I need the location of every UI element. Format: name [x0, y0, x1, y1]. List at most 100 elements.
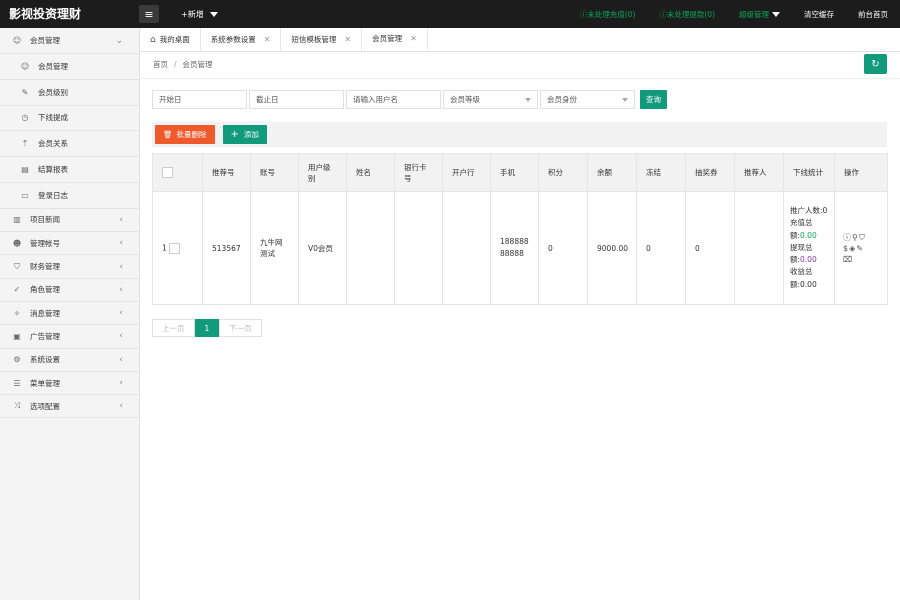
- tab-system-params[interactable]: 系统参数设置 ✕: [201, 28, 282, 51]
- row-checkbox[interactable]: [169, 242, 181, 254]
- col-balance: 余额: [587, 153, 637, 192]
- caret-down-icon: [772, 11, 780, 17]
- dollar-icon[interactable]: $: [843, 243, 848, 254]
- plus-icon: +: [230, 129, 239, 140]
- col-level: 用户级别: [298, 153, 347, 192]
- top-right-links: ⓘ未处理充值(0) ⓘ未处理提款(0) 超级管理 清空缓存 前台首页: [568, 0, 900, 28]
- cell-referrer: [734, 191, 784, 305]
- info-icon[interactable]: ⓘ: [843, 232, 851, 243]
- sidebar-subitem-member-relation[interactable]: ⇡ 会员关系: [0, 131, 139, 158]
- cell-account: 九牛网测试: [250, 191, 299, 305]
- edit-icon[interactable]: ✎: [856, 243, 863, 254]
- add-button[interactable]: + 添加: [222, 125, 267, 144]
- sidebar-item-news[interactable]: ▥ 项目新闻 ‹: [0, 209, 139, 233]
- cell-bank-card: [394, 191, 443, 305]
- search-button[interactable]: 查询: [640, 90, 667, 109]
- new-dropdown[interactable]: +新增: [181, 9, 218, 20]
- col-lottery: 抽奖券: [685, 153, 735, 192]
- breadcrumb-home[interactable]: 首页: [153, 60, 168, 69]
- sidebar-item-admin-accounts[interactable]: ☻ 管理帐号 ‹: [0, 232, 139, 256]
- sidebar-item-finance[interactable]: ⛉ 财务管理 ‹: [0, 255, 139, 279]
- pending-withdraw-link[interactable]: ⓘ未处理提款(0): [647, 9, 727, 20]
- row-actions: ⓘ⚲⛉ $◈✎ ⌧: [843, 232, 879, 265]
- edit-icon: ✎: [21, 87, 29, 97]
- cell-frozen: 0: [636, 191, 686, 305]
- chevron-left-icon: ‹: [119, 378, 123, 388]
- clear-cache-link[interactable]: 清空缓存: [792, 9, 846, 20]
- tab-member-manage[interactable]: 会员管理 ✕: [362, 28, 428, 51]
- sidebar-item-ads[interactable]: ▣ 广告管理 ‹: [0, 325, 139, 349]
- super-admin-menu[interactable]: 超级管理: [727, 9, 792, 20]
- shuffle-icon: ⤨: [13, 401, 21, 411]
- gear-icon: ⚙: [13, 355, 21, 365]
- close-icon[interactable]: ✕: [410, 34, 417, 43]
- col-actions: 操作: [834, 153, 888, 192]
- image-icon: ▣: [13, 331, 21, 341]
- prev-page-button[interactable]: 上一页: [152, 319, 195, 337]
- col-referral-no: 推荐号: [202, 153, 251, 192]
- col-name: 姓名: [346, 153, 395, 192]
- sidebar-item-system-settings[interactable]: ⚙ 系统设置 ‹: [0, 349, 139, 372]
- tag-icon[interactable]: ◈: [849, 243, 855, 254]
- file-icon: ▭: [21, 190, 29, 200]
- end-date-input[interactable]: 截止日: [249, 90, 344, 109]
- divider: [140, 78, 900, 79]
- col-phone: 手机: [490, 153, 539, 192]
- sidebar-subitem-login-log[interactable]: ▭ 登录日志: [0, 182, 139, 209]
- cell-referral-no: 513567: [202, 191, 251, 305]
- col-downline-stats: 下线统计: [783, 153, 835, 192]
- batch-delete-button[interactable]: 🗑 批量删除: [155, 125, 215, 144]
- sidebar-item-options[interactable]: ⤨ 选项配置 ‹: [0, 395, 139, 419]
- sidebar-subitem-downline-commission[interactable]: ◷ 下线提成: [0, 105, 139, 132]
- caret-down-icon: [209, 11, 218, 17]
- close-icon[interactable]: ✕: [344, 35, 351, 44]
- member-level-select[interactable]: 会员等级: [443, 90, 538, 109]
- sidebar-group-member[interactable]: ☺ 会员管理 ⌄: [0, 28, 139, 54]
- col-frozen: 冻结: [636, 153, 686, 192]
- sidebar-item-roles[interactable]: ✓ 角色管理 ‹: [0, 279, 139, 302]
- table-header-row: 推荐号 账号 用户级别 姓名 银行卡号 开户行 手机 积分 余额 冻结 抽奖券 …: [152, 153, 888, 192]
- select-all-checkbox[interactable]: [162, 167, 173, 178]
- pagination: 上一页 1 下一页: [152, 319, 262, 337]
- close-icon[interactable]: ✕: [264, 35, 271, 44]
- frontend-home-link[interactable]: 前台首页: [846, 9, 900, 20]
- next-page-button[interactable]: 下一页: [219, 319, 262, 337]
- sidebar-item-menu-manage[interactable]: ☰ 菜单管理 ‹: [0, 372, 139, 396]
- sidebar-subitem-settlement-report[interactable]: ▤ 结算报表: [0, 157, 139, 183]
- app-title: 影视投资理财: [9, 7, 82, 21]
- menu-icon[interactable]: ≡: [139, 5, 159, 23]
- breadcrumb-current: 会员管理: [182, 60, 213, 69]
- chevron-down-icon: [622, 98, 628, 102]
- chevron-left-icon: ‹: [119, 261, 123, 272]
- shield-icon[interactable]: ⛉: [859, 232, 865, 243]
- share-icon: ⇡: [21, 139, 29, 149]
- sidebar-subitem-member-manage[interactable]: ☺ 会员管理: [0, 54, 139, 80]
- sidebar-subitem-member-level[interactable]: ✎ 会员级别: [0, 79, 139, 106]
- sidebar: ☺ 会员管理 ⌄ ☺ 会员管理 ✎ 会员级别 ◷ 下线提成 ⇡ 会员关系 ▤ 结算报表 ▭…: [0, 28, 140, 600]
- tab-sms-templates[interactable]: 短信模板管理 ✕: [281, 28, 363, 51]
- tab-bar: ⌂ 我的桌面 系统参数设置 ✕ 短信模板管理 ✕ 会员管理 ✕: [140, 28, 900, 52]
- cell-actions: ⓘ⚲⛉ $◈✎ ⌧: [834, 191, 888, 305]
- main-content: 首页 / 会员管理 ↻ 开始日 截止日 请输入用户名 会员等级 会员身份 查询 🗑 批…: [140, 52, 900, 600]
- cell-bank: [442, 191, 491, 305]
- chevron-left-icon: ‹: [119, 238, 123, 249]
- search-icon[interactable]: ⚲: [852, 232, 858, 243]
- trash-icon[interactable]: ⌧: [843, 254, 852, 265]
- new-label: +新增: [181, 9, 204, 19]
- chevron-left-icon: ‹: [119, 284, 123, 295]
- page-1-button[interactable]: 1: [194, 319, 220, 337]
- cell-downline-stats: 推广人数:0 充值总额:0.00 提现总额:0.00 收益总额:0.00: [783, 191, 835, 305]
- refresh-button[interactable]: ↻: [864, 54, 887, 74]
- member-identity-select[interactable]: 会员身份: [540, 90, 635, 109]
- start-date-input[interactable]: 开始日: [152, 90, 247, 109]
- cell-points: 0: [538, 191, 588, 305]
- sidebar-item-messages[interactable]: ✧ 消息管理 ‹: [0, 302, 139, 326]
- message-icon: ✧: [13, 308, 21, 318]
- select-all-cell: [152, 153, 203, 192]
- chevron-down-icon: [525, 98, 531, 102]
- clock-icon: ◷: [21, 113, 29, 123]
- tab-my-desktop[interactable]: ⌂ 我的桌面: [140, 28, 201, 51]
- filter-bar: 开始日 截止日 请输入用户名 会员等级 会员身份 查询: [152, 90, 667, 109]
- pending-recharge-link[interactable]: ⓘ未处理充值(0): [568, 9, 648, 20]
- username-input[interactable]: 请输入用户名: [346, 90, 441, 109]
